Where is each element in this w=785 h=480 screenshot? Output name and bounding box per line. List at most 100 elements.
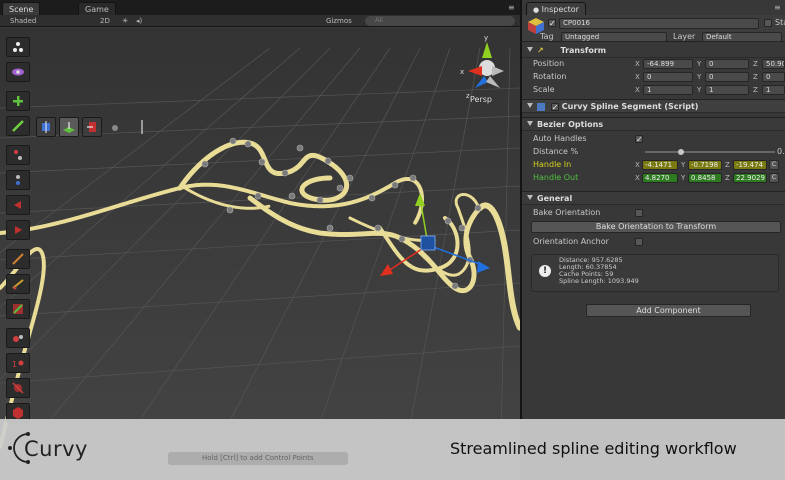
- handle-in-z-field[interactable]: -19.474: [733, 160, 767, 170]
- rotation-y-field[interactable]: 0: [705, 72, 749, 82]
- scale-y-field[interactable]: 1: [705, 85, 749, 95]
- handle-in-copy-button[interactable]: C: [769, 160, 779, 170]
- scene-search-input[interactable]: [365, 16, 515, 26]
- split-tool-button[interactable]: [6, 249, 30, 269]
- lighting-icon[interactable]: ☀: [122, 16, 128, 26]
- bake-orientation-checkbox[interactable]: [635, 209, 643, 217]
- delete-icon: [13, 304, 23, 314]
- hexagon-icon: [13, 407, 23, 419]
- scene-tab-label: Scene: [9, 5, 34, 14]
- axis-y-label: Y: [681, 174, 686, 182]
- axis-x-label: X: [635, 174, 640, 182]
- rotation-x-field[interactable]: 0: [643, 72, 693, 82]
- caption-brand: Curvy: [24, 437, 88, 461]
- bookmark-mode-button[interactable]: [82, 117, 102, 137]
- active-checkbox[interactable]: ✓: [548, 19, 556, 28]
- component-header[interactable]: ✓ Curvy Spline Segment (Script): [522, 99, 785, 113]
- disconnect-tool-button[interactable]: [6, 378, 30, 398]
- move-right-button[interactable]: [6, 220, 30, 240]
- move-left-button[interactable]: [6, 195, 30, 215]
- eye-icon: [12, 68, 24, 76]
- arrow-right-icon: [15, 226, 22, 234]
- axis-z-label: Z: [753, 73, 758, 81]
- delete-tool-button[interactable]: [6, 299, 30, 319]
- handle-out-label: Handle Out: [533, 173, 579, 182]
- axis-z-label: Z: [753, 86, 758, 94]
- scale-z-field[interactable]: 1: [762, 85, 785, 95]
- position-y-field[interactable]: 0: [705, 59, 749, 69]
- bezier-options-title: Bezier Options: [537, 120, 604, 129]
- tab-inspector[interactable]: ● Inspector: [526, 2, 586, 15]
- join-tool-button[interactable]: [6, 274, 30, 294]
- auto-handles-label: Auto Handles: [533, 134, 587, 143]
- add-component-button[interactable]: Add Component: [586, 304, 751, 317]
- bezier-options-header[interactable]: Bezier Options: [522, 117, 785, 131]
- handle-out-x-field[interactable]: 4.8270: [642, 173, 678, 183]
- layer-dropdown[interactable]: Default: [702, 32, 782, 42]
- game-tab-label: Game: [85, 5, 109, 14]
- scale-x-field[interactable]: 1: [643, 85, 693, 95]
- distance-value[interactable]: 0.: [777, 146, 785, 158]
- component-enabled-checkbox[interactable]: ✓: [550, 103, 559, 112]
- view-projection-label[interactable]: Persp: [470, 95, 492, 104]
- draw-tool-button[interactable]: [6, 116, 30, 136]
- auto-handles-checkbox[interactable]: ✓: [635, 135, 643, 144]
- scene-render: y x z: [0, 28, 520, 480]
- panel-menu-icon[interactable]: ≡: [508, 3, 515, 12]
- gizmos-dropdown[interactable]: Gizmos: [326, 16, 352, 26]
- transform-header[interactable]: ↗ Transform: [522, 44, 785, 58]
- set-first-button[interactable]: 1: [6, 353, 30, 373]
- static-checkbox[interactable]: [764, 19, 772, 27]
- distance-slider[interactable]: [645, 151, 775, 153]
- tab-scene[interactable]: Scene: [2, 2, 41, 15]
- handle-out-y-field[interactable]: 0.8458: [688, 173, 722, 183]
- axis-z-label: Z: [725, 174, 730, 182]
- orientation-anchor-checkbox[interactable]: [635, 238, 643, 246]
- network-tool-button[interactable]: [6, 37, 30, 57]
- handle-out-copy-button[interactable]: C: [769, 173, 779, 183]
- rotation-label: Rotation: [533, 72, 567, 81]
- axis-x-label: X: [635, 73, 640, 81]
- inspector-menu-icon[interactable]: ≡: [774, 3, 781, 12]
- rotation-z-field[interactable]: 0: [762, 72, 785, 82]
- scene-tab-bar: Scene Game ≡: [0, 0, 520, 15]
- scale-label: Scale: [533, 85, 555, 94]
- handle-in-label: Handle In: [533, 160, 572, 169]
- mode-2d-toggle[interactable]: 2D: [100, 16, 110, 26]
- svg-text:x: x: [460, 68, 464, 76]
- svg-text:y: y: [484, 34, 488, 42]
- tag-dropdown[interactable]: Untagged: [561, 32, 667, 42]
- local-mode-button[interactable]: [36, 117, 56, 137]
- select-prev-button[interactable]: [6, 145, 30, 165]
- position-z-field[interactable]: 50.90: [762, 59, 785, 69]
- select-next-button[interactable]: [6, 170, 30, 190]
- scene-view[interactable]: Scene Game ≡ Shaded 2D ☀ ◂) Gizmos All y…: [0, 0, 520, 480]
- audio-icon[interactable]: ◂): [136, 16, 142, 26]
- handle-in-x-field[interactable]: -4.1471: [642, 160, 678, 170]
- bake-orientation-button[interactable]: Bake Orientation to Transform: [531, 221, 781, 233]
- distance-label: Distance %: [533, 147, 579, 156]
- local-axis-icon: [42, 121, 50, 133]
- collapse-triangle-icon: [527, 103, 533, 108]
- plus-icon: [13, 96, 23, 106]
- axis-y-label: Y: [697, 60, 702, 68]
- dot-icon: [112, 125, 118, 131]
- shading-mode-dropdown[interactable]: Shaded: [10, 16, 36, 26]
- scene-viewport[interactable]: y x z Persp: [0, 28, 520, 480]
- plane-mode-button[interactable]: [59, 117, 79, 137]
- collapse-triangle-icon: [527, 195, 533, 200]
- axis-x-label: X: [635, 161, 640, 169]
- transform-title: Transform: [560, 46, 607, 55]
- axis-x-label: X: [635, 86, 640, 94]
- general-header[interactable]: General: [522, 191, 785, 205]
- snap-toggle[interactable]: [105, 117, 125, 137]
- view-tool-button[interactable]: [6, 62, 30, 82]
- connect-tool-button[interactable]: [6, 328, 30, 348]
- add-point-button[interactable]: [6, 91, 30, 111]
- object-name-field[interactable]: CP0016: [559, 18, 759, 29]
- script-icon: [537, 102, 545, 111]
- tab-game[interactable]: Game: [78, 2, 116, 15]
- position-x-field[interactable]: -64.899: [643, 59, 693, 69]
- handle-out-z-field[interactable]: 22.9029: [733, 173, 767, 183]
- handle-in-y-field[interactable]: -0.7198: [688, 160, 722, 170]
